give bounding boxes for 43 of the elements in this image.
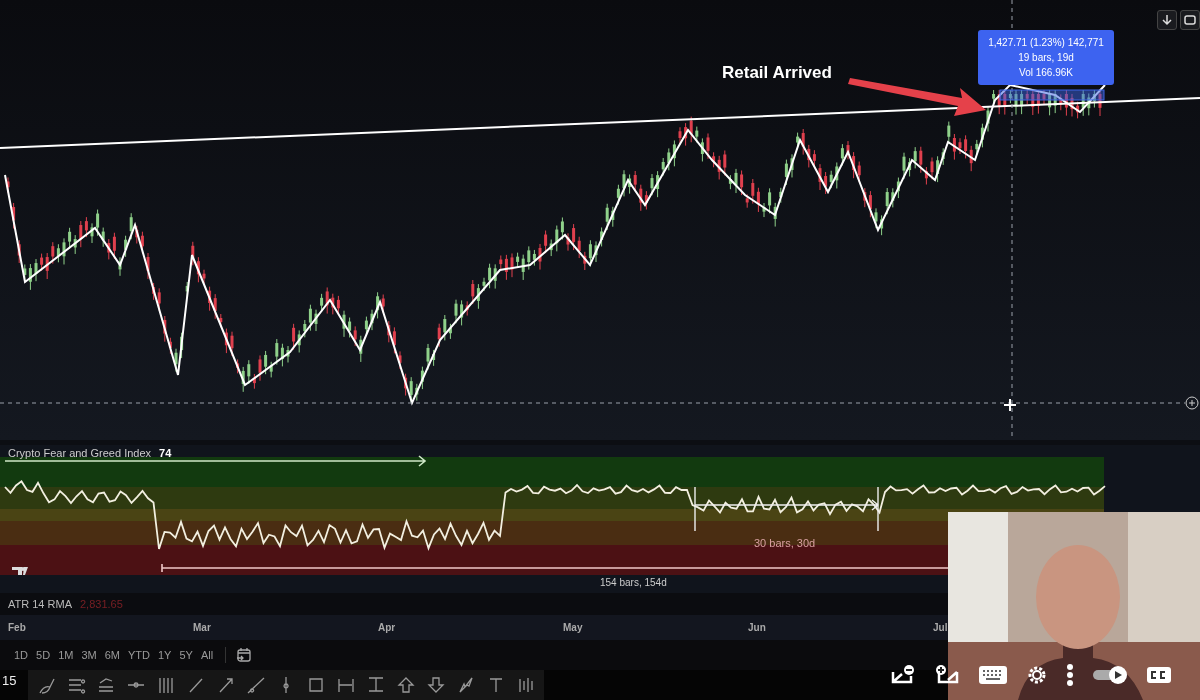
range-button[interactable]: 5D	[34, 649, 53, 662]
annotation-text: Retail Arrived	[722, 63, 832, 83]
range-button[interactable]: 1D	[12, 649, 31, 662]
time-axis-label: May	[562, 622, 584, 634]
captions-icon[interactable]	[1146, 665, 1172, 685]
time-axis-label: Jun	[747, 622, 767, 634]
keyboard-icon[interactable]	[978, 665, 1008, 685]
calendar-icon[interactable]	[236, 647, 253, 664]
indicator-value: 74	[159, 447, 172, 459]
range-button[interactable]: 5Y	[177, 649, 195, 662]
range-button[interactable]: 1M	[56, 649, 76, 662]
time-axis-label: Feb	[7, 622, 27, 634]
tooltip-text: 1,427.71 (1.23%) 142,771	[987, 36, 1105, 50]
indicator-title: Crypto Fear and Greed Index	[8, 447, 152, 459]
interval-label: 15	[1, 672, 18, 690]
time-axis-label: Jul	[932, 622, 949, 634]
range-button[interactable]: YTD	[125, 649, 152, 662]
crosshair-icon	[1003, 398, 1017, 412]
tooltip-text: 19 bars, 19d	[1017, 51, 1075, 65]
extended-line-icon[interactable]	[246, 675, 267, 695]
range-button[interactable]: All	[198, 649, 216, 662]
measure-label: 154 bars, 154d	[600, 577, 667, 588]
more-icon[interactable]	[1066, 663, 1074, 687]
scroll-down-button[interactable]	[1157, 10, 1177, 30]
plus-icon[interactable]	[1185, 396, 1199, 410]
fullscreen-icon	[1184, 14, 1196, 26]
autoplay-toggle[interactable]	[1092, 665, 1128, 685]
fullscreen-button[interactable]	[1180, 10, 1200, 30]
down-arrow-icon[interactable]	[426, 675, 447, 695]
time-axis-label: Apr	[377, 622, 397, 634]
range-button[interactable]: 3M	[79, 649, 99, 662]
time-axis-label: Mar	[192, 622, 212, 634]
tooltip-text: Vol 166.96K	[1018, 66, 1074, 80]
range-button[interactable]: 6M	[102, 649, 122, 662]
zoom-in-icon[interactable]	[934, 664, 960, 686]
zoom-out-icon[interactable]	[890, 664, 916, 686]
atr-label: ATR 14 RMA	[8, 597, 72, 610]
measure-label: 30 bars, 30d	[754, 537, 816, 549]
settings-icon[interactable]	[1026, 664, 1048, 686]
atr-value: 2,831.65	[80, 597, 123, 610]
up-arrow-icon[interactable]	[396, 675, 417, 695]
down-arrow-icon	[1162, 14, 1172, 26]
range-button[interactable]: 1Y	[155, 649, 174, 662]
